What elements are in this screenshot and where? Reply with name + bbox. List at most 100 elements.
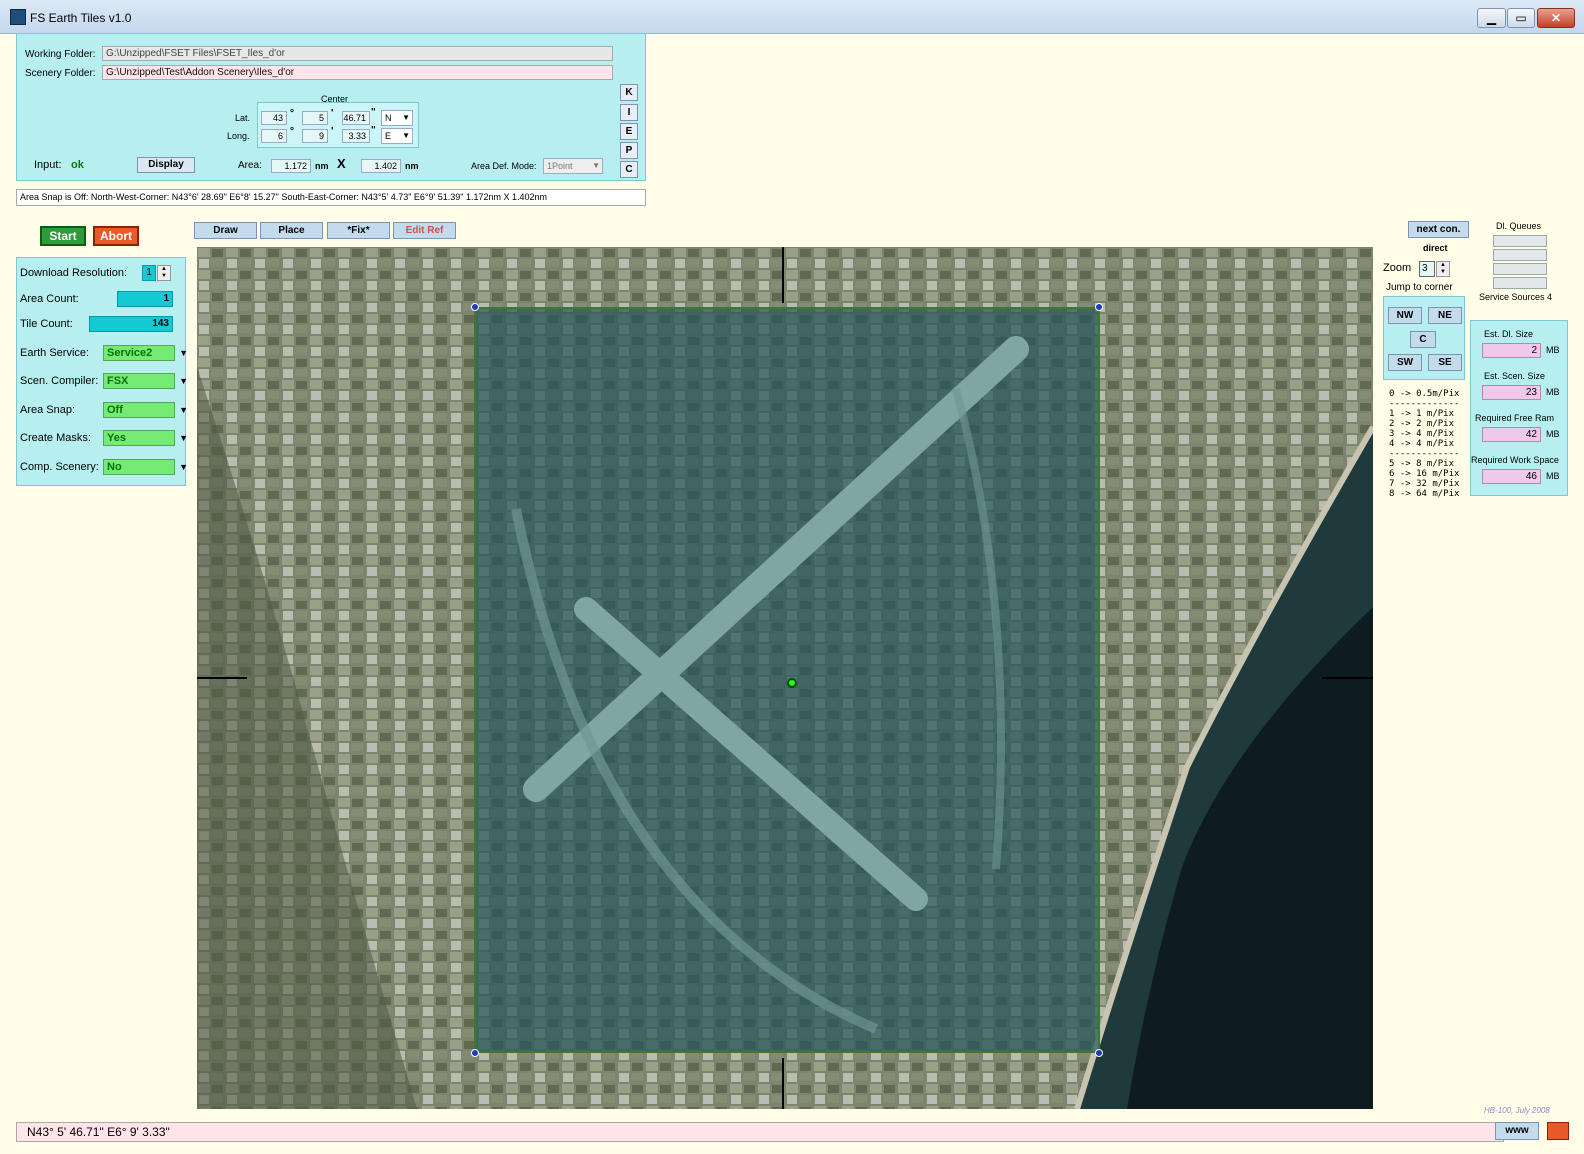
scen-size-label: Est. Scen. Size xyxy=(1484,371,1546,381)
crosshair-left xyxy=(197,677,247,679)
window-title: FS Earth Tiles v1.0 xyxy=(30,11,132,25)
area-height-input[interactable]: 1.402 xyxy=(361,159,401,173)
comp-scenery-select[interactable]: No xyxy=(103,459,188,475)
center-coords-box: Lat. 43 ° 5 ' 46.71 " N Long. 6 ° 9 ' 3.… xyxy=(227,102,419,148)
scenery-folder-field[interactable]: G:\Unzipped\Test\Addon Scenery\Iles_d'or xyxy=(102,65,613,80)
zoom-row-5: 5 -> 8 m/Pix xyxy=(1389,459,1455,469)
free-ram-value: 42 xyxy=(1482,427,1541,442)
zoom-separator-2: ------------- xyxy=(1389,449,1460,459)
zoom-separator: ------------- xyxy=(1389,399,1460,409)
area-def-select[interactable]: 1Point xyxy=(543,158,603,174)
i-button[interactable]: I xyxy=(620,104,638,121)
download-resolution-input[interactable]: 1 xyxy=(142,265,156,281)
working-folder-field[interactable]: G:\Unzipped\FSET Files\FSET_Iles_d'or xyxy=(102,46,613,61)
place-button[interactable]: Place xyxy=(260,222,323,239)
dl-size-value: 2 xyxy=(1482,343,1541,358)
coordinates-bar: N43° 5' 46.71" E6° 9' 3.33" xyxy=(16,1122,1504,1142)
area-width-input[interactable]: 1.172 xyxy=(271,159,311,173)
zoom-row-7: 7 -> 32 m/Pix xyxy=(1389,479,1460,489)
tile-count-value: 143 xyxy=(89,316,173,332)
queue-bar-3 xyxy=(1493,263,1547,275)
abort-button[interactable]: Abort xyxy=(93,226,139,246)
maximize-button[interactable]: ▭ xyxy=(1507,8,1535,28)
crosshair-right xyxy=(1322,677,1373,679)
zoom-row-1: 1 -> 1 m/Pix xyxy=(1389,409,1455,419)
title-bar xyxy=(0,0,1584,34)
lat-min-input[interactable]: 5 xyxy=(302,111,328,125)
create-masks-select[interactable]: Yes xyxy=(103,430,188,446)
long-hemi-select[interactable]: E xyxy=(381,128,413,144)
zoom-input[interactable]: 3 xyxy=(1419,261,1435,277)
area-width-unit: nm xyxy=(315,161,329,171)
scen-compiler-select[interactable]: FSX xyxy=(103,373,188,389)
close-button[interactable]: ✕ xyxy=(1537,8,1575,28)
area-times: X xyxy=(337,156,346,171)
long-deg-input[interactable]: 6 xyxy=(261,129,287,143)
service-sources-label: Service Sources 4 xyxy=(1479,292,1553,302)
ne-button[interactable]: NE xyxy=(1428,307,1462,324)
scenery-folder-label: Scenery Folder: xyxy=(25,68,96,79)
e-button[interactable]: E xyxy=(620,123,638,140)
settings-panel: Download Resolution: 1 ▲ ▼ Area Count: 1 … xyxy=(16,257,188,486)
zoom-spinner[interactable]: ▲ ▼ xyxy=(1436,261,1450,277)
lat-sec-input[interactable]: 46.71 xyxy=(342,111,370,125)
input-label: Input: xyxy=(34,159,62,171)
area-status-line: Area Snap is Off: North-West-Corner: N43… xyxy=(16,189,646,206)
minimize-button[interactable]: ▁ xyxy=(1477,8,1506,28)
fix-button[interactable]: *Fix* xyxy=(327,222,390,239)
scen-compiler-label: Scen. Compiler: xyxy=(20,375,99,387)
p-button[interactable]: P xyxy=(620,142,638,159)
lat-label: Lat. xyxy=(235,113,251,123)
credit-text: HB-100, July 2008 xyxy=(1484,1106,1550,1115)
dl-size-label: Est. Dl. Size xyxy=(1484,329,1534,339)
display-button[interactable]: Display xyxy=(137,157,195,173)
area-snap-label: Area Snap: xyxy=(20,404,76,416)
se-button[interactable]: SE xyxy=(1428,354,1462,371)
create-masks-label: Create Masks: xyxy=(20,432,91,444)
dl-queues-label: Dl. Queues xyxy=(1496,221,1542,231)
earth-service-label: Earth Service: xyxy=(20,347,90,359)
center-button[interactable]: C xyxy=(1410,331,1436,348)
area-def-label: Area Def. Mode: xyxy=(471,161,537,171)
nw-corner-handle[interactable] xyxy=(471,303,479,311)
lat-hemi-select[interactable]: N xyxy=(381,110,413,126)
draw-button[interactable]: Draw xyxy=(194,222,257,239)
ne-corner-handle[interactable] xyxy=(1095,303,1103,311)
dl-size-unit: MB xyxy=(1546,345,1560,355)
next-con-button[interactable]: next con. xyxy=(1408,221,1469,238)
input-status: ok xyxy=(71,159,84,171)
area-snap-select[interactable]: Off xyxy=(103,402,188,418)
start-button[interactable]: Start xyxy=(40,226,86,246)
queue-bar-4 xyxy=(1493,277,1547,289)
zoom-row-6: 6 -> 16 m/Pix xyxy=(1389,469,1460,479)
lat-deg-input[interactable]: 43 xyxy=(261,111,287,125)
zoom-label: Zoom xyxy=(1383,262,1412,274)
area-height-unit: nm xyxy=(405,161,419,171)
long-min-input[interactable]: 9 xyxy=(302,129,328,143)
www-button[interactable]: www xyxy=(1495,1122,1539,1140)
zoom-row-3: 3 -> 4 m/Pix xyxy=(1389,429,1455,439)
exit-icon[interactable] xyxy=(1547,1122,1569,1140)
zoom-resolution-table: 0 -> 0.5m/Pix ------------- 1 -> 1 m/Pix… xyxy=(1389,389,1459,499)
nw-button[interactable]: NW xyxy=(1388,307,1422,324)
earth-service-select[interactable]: Service2 xyxy=(103,345,188,361)
sw-button[interactable]: SW xyxy=(1388,354,1422,371)
long-sec-input[interactable]: 3.33 xyxy=(342,129,370,143)
free-ram-label: Required Free Ram xyxy=(1475,413,1555,423)
download-resolution-spinner[interactable]: ▲ ▼ xyxy=(157,265,171,281)
long-label: Long. xyxy=(227,131,250,141)
k-button[interactable]: K xyxy=(620,84,638,101)
sw-corner-handle[interactable] xyxy=(471,1049,479,1057)
crosshair-top xyxy=(782,247,784,303)
edit-ref-button[interactable]: Edit Ref xyxy=(393,222,456,239)
center-marker[interactable] xyxy=(787,678,797,688)
se-corner-handle[interactable] xyxy=(1095,1049,1103,1057)
queue-bar-1 xyxy=(1493,235,1547,247)
c-button[interactable]: C xyxy=(620,161,638,178)
area-count-label: Area Count: xyxy=(20,293,79,305)
crosshair-bottom xyxy=(782,1058,784,1109)
zoom-row-4: 4 -> 4 m/Pix xyxy=(1389,439,1455,449)
jump-label: Jump to corner xyxy=(1386,282,1453,293)
app-icon xyxy=(10,9,26,25)
corner-jump-panel: NW NE C SW SE xyxy=(1383,296,1465,380)
